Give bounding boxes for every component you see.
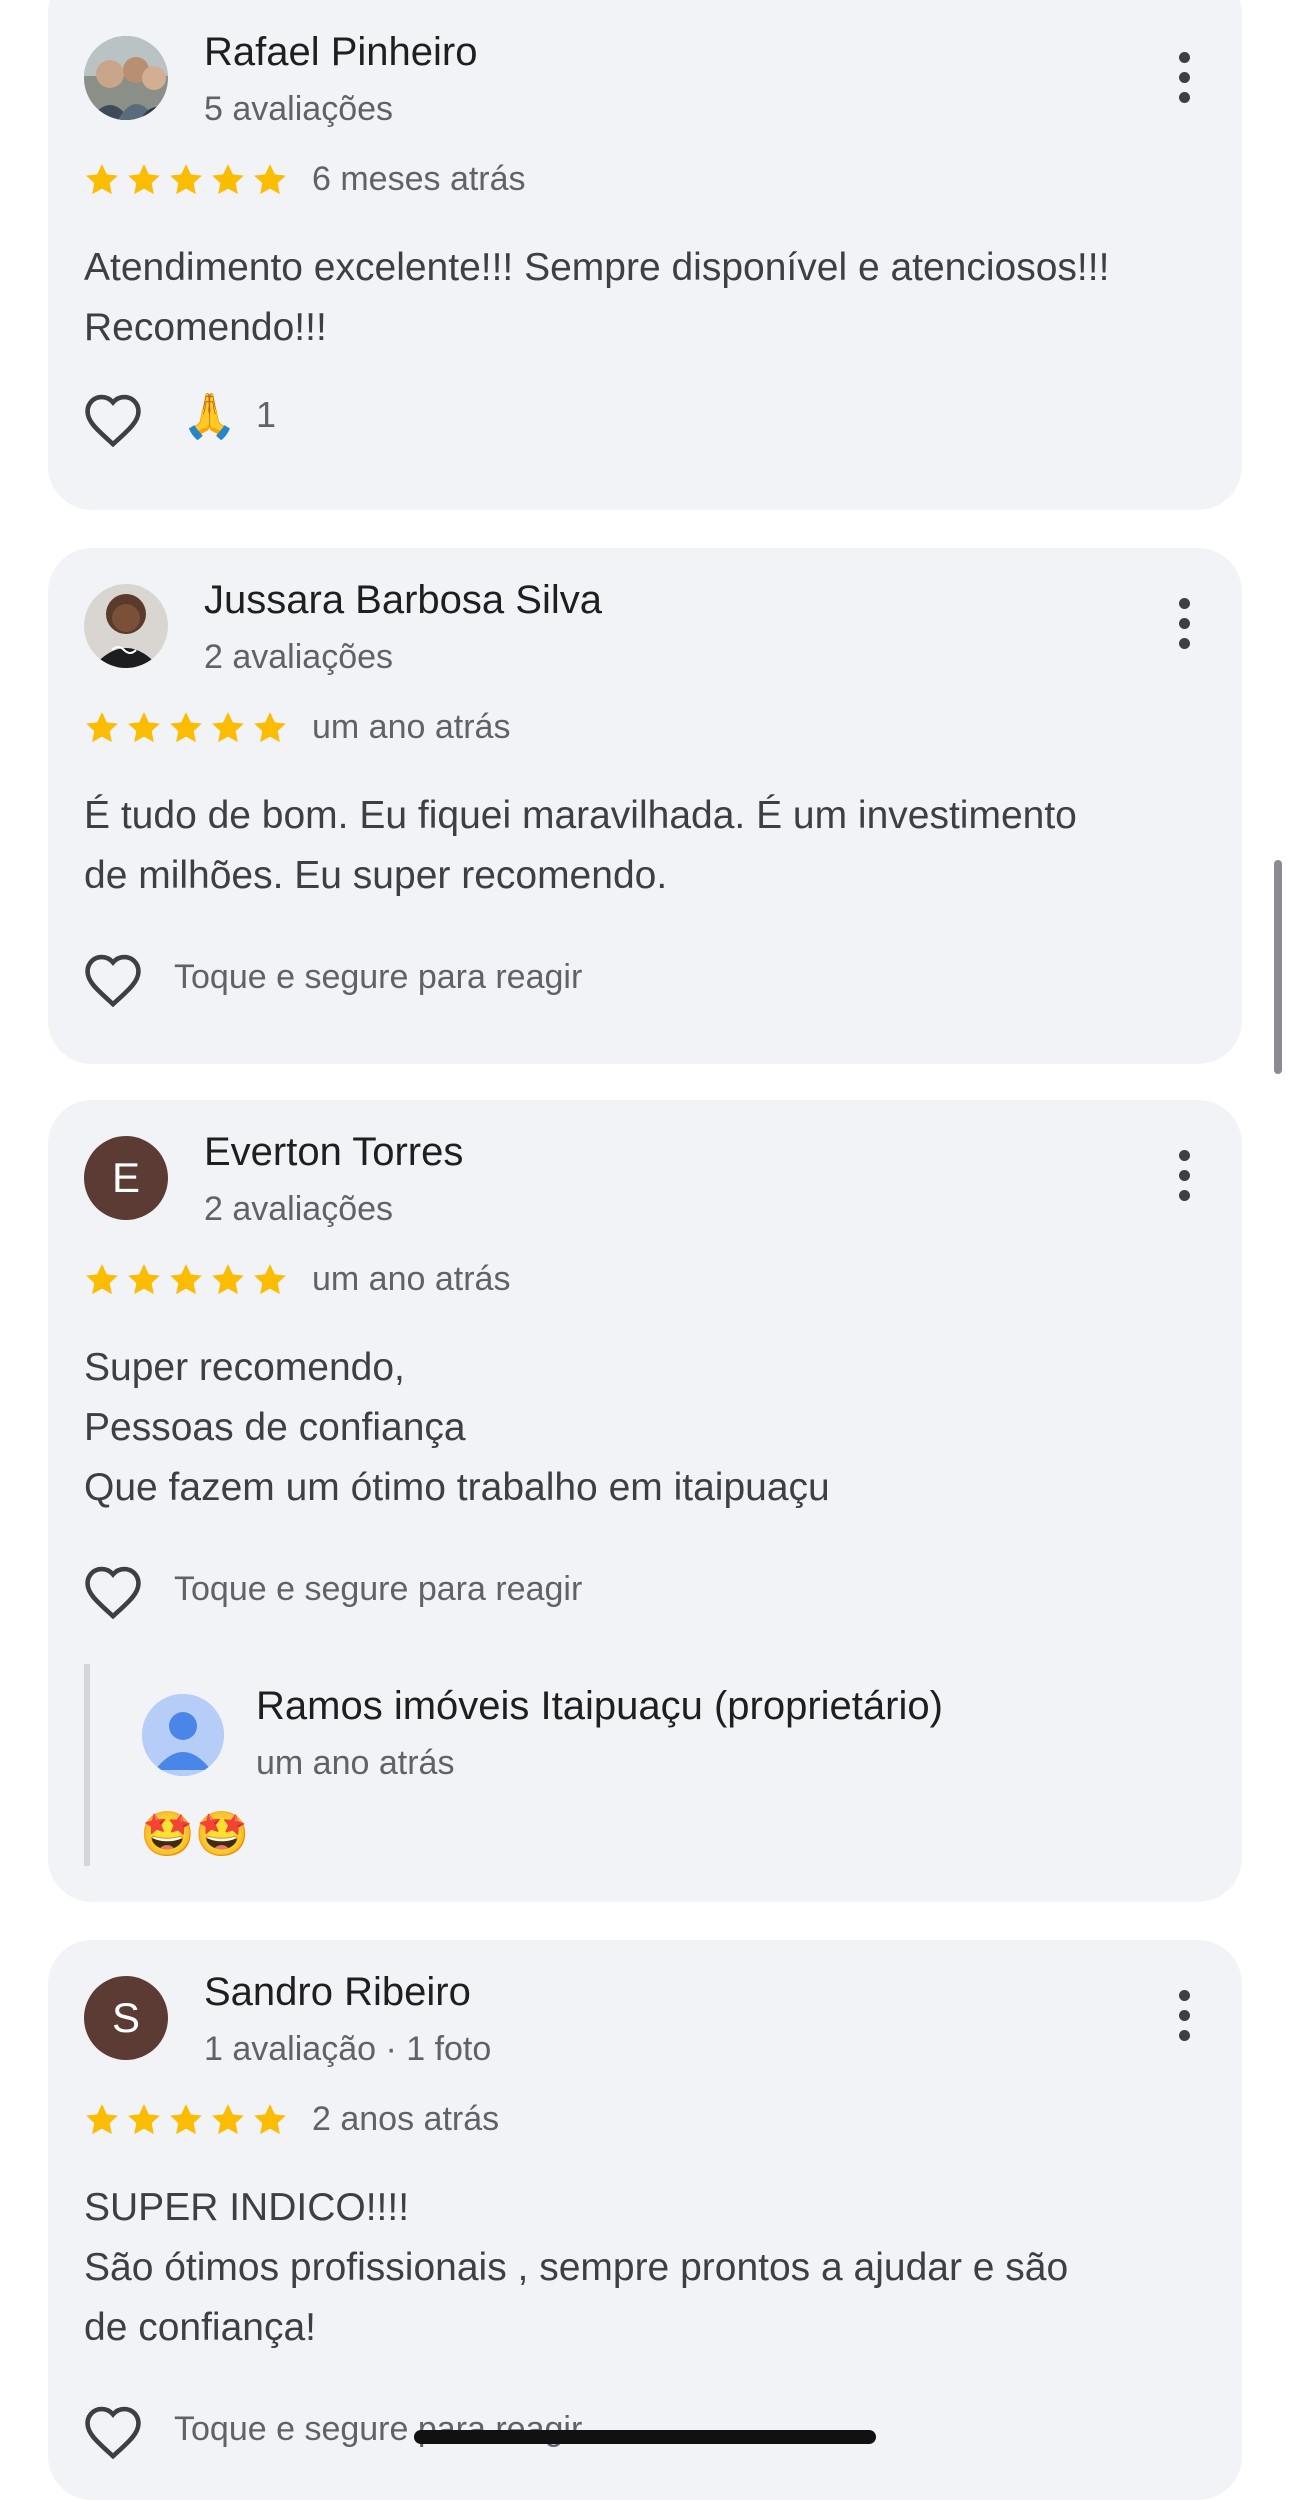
star-icon <box>128 712 160 743</box>
review-card: Rafael Pinheiro 5 avaliações 6 meses atr… <box>48 0 1242 510</box>
star-icon <box>128 1264 160 1295</box>
more-options-icon[interactable] <box>1174 52 1194 112</box>
star-icon <box>86 712 118 743</box>
star-rating <box>82 2100 290 2140</box>
more-options-icon[interactable] <box>1174 1990 1194 2050</box>
review-time: um ano atrás <box>312 708 511 746</box>
owner-reply-text: 🤩🤩 <box>140 1810 250 1859</box>
star-icon <box>86 2104 118 2135</box>
reviewer-review-count: 2 avaliações <box>204 1190 394 1228</box>
star-icon <box>254 712 286 743</box>
review-card: Jussara Barbosa Silva 2 avaliações um an… <box>48 548 1242 1064</box>
review-time: um ano atrás <box>312 1260 511 1298</box>
reviewer-review-count: 1 avaliação · 1 foto <box>204 2030 492 2068</box>
owner-name: Ramos imóveis Itaipuaçu (proprietário) <box>256 1684 943 1728</box>
reviewer-avatar[interactable] <box>84 36 168 120</box>
reaction-emoji[interactable]: 🙏 <box>182 390 237 442</box>
scrollbar[interactable] <box>1274 860 1282 1074</box>
reviewer-name[interactable]: Rafael Pinheiro <box>204 30 478 75</box>
star-rating <box>82 708 290 748</box>
review-card: E Everton Torres 2 avaliações um ano atr… <box>48 1100 1242 1902</box>
home-indicator[interactable] <box>414 2430 876 2444</box>
review-text: Atendimento excelente!!! Sempre disponív… <box>84 246 1110 349</box>
star-icon <box>86 164 118 195</box>
star-icon <box>128 2104 160 2135</box>
react-hint[interactable]: Toque e segure para reagir <box>174 1570 582 1609</box>
star-icon <box>254 2104 286 2135</box>
reviewer-avatar[interactable]: S <box>84 1976 168 2060</box>
star-rating <box>82 1260 290 1300</box>
more-options-icon[interactable] <box>1174 598 1194 658</box>
review-text: SUPER INDICO!!!! São ótimos profissionai… <box>84 2186 1069 2349</box>
owner-reply: Ramos imóveis Itaipuaçu (proprietário) u… <box>84 1664 1190 1866</box>
heart-outline-icon[interactable] <box>82 1564 144 1620</box>
reviewer-name[interactable]: Everton Torres <box>204 1130 463 1175</box>
star-icon <box>170 164 202 195</box>
person-icon <box>142 1694 224 1776</box>
star-icon <box>254 1264 286 1295</box>
react-hint[interactable]: Toque e segure para reagir <box>174 958 582 997</box>
reviewer-avatar[interactable]: E <box>84 1136 168 1220</box>
star-icon <box>254 164 286 195</box>
review-time: 2 anos atrás <box>312 2100 500 2138</box>
heart-outline-icon[interactable] <box>82 2404 144 2460</box>
star-icon <box>212 164 244 195</box>
star-icon <box>212 1264 244 1295</box>
star-rating <box>82 160 290 200</box>
star-icon <box>86 1264 118 1295</box>
star-icon <box>128 164 160 195</box>
owner-reply-time: um ano atrás <box>256 1744 455 1782</box>
reviewer-review-count: 5 avaliações <box>204 90 394 128</box>
star-icon <box>170 1264 202 1295</box>
review-text: Super recomendo, Pessoas de confiança Qu… <box>84 1346 830 1509</box>
reaction-count: 1 <box>256 394 277 435</box>
review-text: É tudo de bom. Eu fiquei maravilhada. É … <box>84 794 1077 897</box>
reviewer-name[interactable]: Sandro Ribeiro <box>204 1970 471 2015</box>
reviewer-avatar[interactable] <box>84 584 168 668</box>
star-icon <box>212 712 244 743</box>
reviewer-review-count: 2 avaliações <box>204 638 394 676</box>
star-icon <box>170 712 202 743</box>
more-options-icon[interactable] <box>1174 1150 1194 1210</box>
review-time: 6 meses atrás <box>312 160 526 198</box>
heart-outline-icon[interactable] <box>82 392 144 448</box>
star-icon <box>170 2104 202 2135</box>
review-card: S Sandro Ribeiro 1 avaliação · 1 foto 2 … <box>48 1940 1242 2500</box>
star-icon <box>212 2104 244 2135</box>
heart-outline-icon[interactable] <box>82 952 144 1008</box>
reviewer-name[interactable]: Jussara Barbosa Silva <box>204 578 602 623</box>
